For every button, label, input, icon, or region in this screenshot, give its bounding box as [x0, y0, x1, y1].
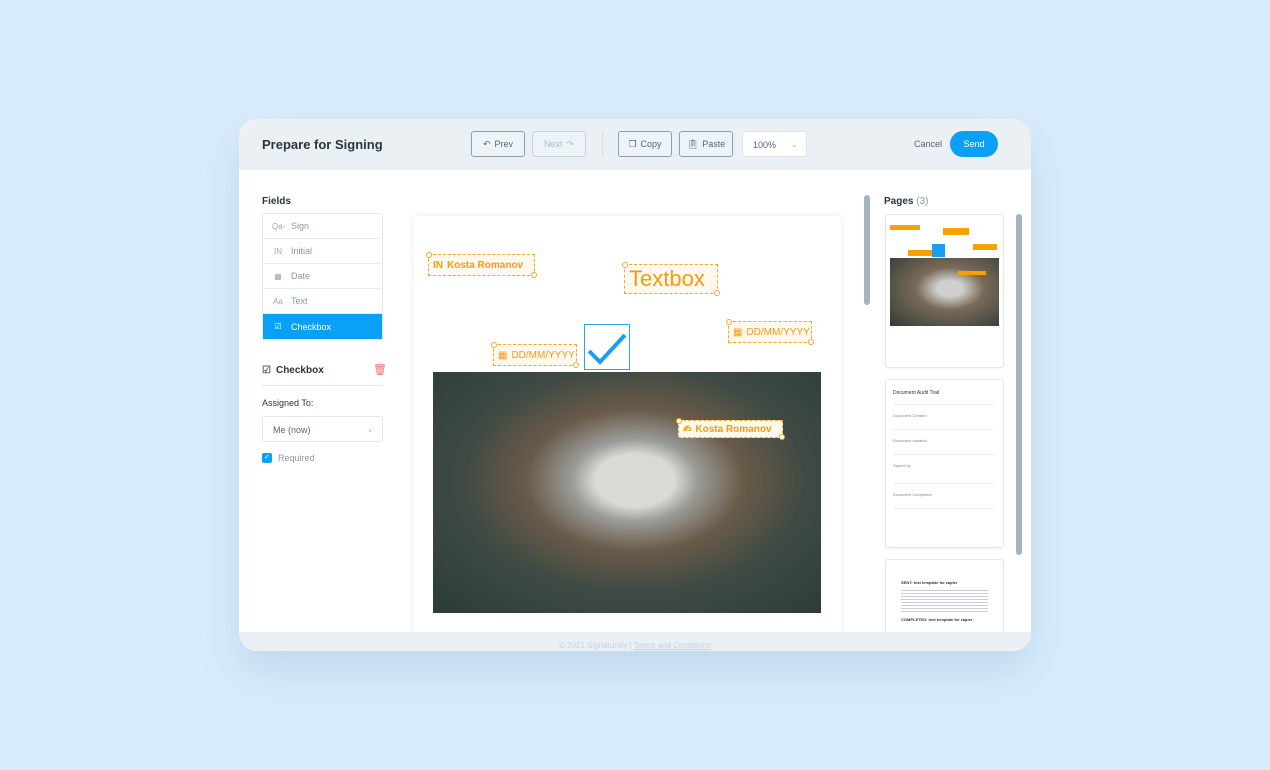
sign-field[interactable]: ✍︎ Kosta Romanov: [676, 418, 785, 440]
textbox-text: Textbox: [629, 266, 705, 291]
chevron-down-icon: ⌄: [366, 424, 374, 434]
sign-field-text: Kosta Romanov: [695, 423, 772, 435]
thumbnail-photo: [890, 258, 999, 326]
prev-label: Prev: [494, 139, 514, 149]
document-scrollbar[interactable]: [864, 195, 870, 305]
checkbox-icon: ☑: [274, 322, 282, 331]
koala-photo: [433, 372, 821, 613]
pages-title-text: Pages: [884, 196, 914, 207]
initial-field[interactable]: IN Kosta Romanov: [426, 252, 537, 278]
initial-icon: IN: [274, 246, 282, 256]
trash-icon[interactable]: 🗑︎: [373, 363, 387, 376]
document-page: IN Kosta Romanov Textbox ▦ DD/MM/YYYY ▦ DD/…: [414, 216, 841, 636]
fields-list: Qa- Sign IN Initial ▦ Date Aa Text ☑ Checkbox: [262, 213, 383, 340]
required-label: Required: [278, 453, 315, 463]
page3-heading: SENT: test template for zapier: [901, 580, 958, 585]
initial-field-text: Kosta Romanov: [447, 259, 524, 271]
copy-icon: ❐: [628, 138, 637, 149]
date-field-1[interactable]: ▦ DD/MM/YYYY: [491, 342, 579, 368]
thumbnail-field: [890, 225, 920, 230]
thumbnail-field: [943, 228, 969, 235]
required-checkbox[interactable]: ✓ Required: [262, 453, 315, 463]
next-button[interactable]: Next ↷: [532, 131, 586, 157]
page3-text: [901, 588, 988, 614]
calendar-icon: ▦: [498, 349, 508, 361]
cancel-button[interactable]: Cancel: [914, 139, 942, 149]
divider: [262, 385, 383, 386]
copyright: © 2021 Signaturely |: [559, 641, 632, 650]
audit-entry: Document Created: [893, 404, 996, 429]
field-label: Checkbox: [291, 321, 332, 332]
redo-icon: ↷: [566, 138, 575, 149]
assigned-value: Me (now): [273, 425, 311, 435]
copy-label: Copy: [640, 139, 662, 149]
zoom-select[interactable]: 100% ⌄: [742, 131, 807, 157]
date-text: DD/MM/YYYY: [511, 349, 575, 361]
check-icon: ✓: [262, 453, 272, 463]
checkbox-icon: ☑: [262, 365, 271, 376]
date-text: DD/MM/YYYY: [746, 326, 810, 338]
header: Prepare for Signing ↶ Prev Next ↷ ❐ Copy 📋︎…: [239, 119, 1031, 170]
sign-icon: ✍︎: [683, 423, 692, 435]
thumbnail-field: [973, 244, 997, 250]
next-label: Next: [543, 139, 563, 149]
date-field-2[interactable]: ▦ DD/MM/YYYY: [726, 319, 814, 345]
field-item-checkbox[interactable]: ☑ Checkbox: [263, 314, 382, 339]
undo-icon: ↶: [482, 138, 491, 149]
audit-entry: Document updated: [893, 429, 996, 454]
pages-title: Pages (3): [884, 196, 928, 207]
field-item-date[interactable]: ▦ Date: [263, 264, 382, 289]
thumbnail-field: [958, 271, 986, 275]
field-item-sign[interactable]: Qa- Sign: [263, 214, 382, 239]
check-icon: [587, 333, 627, 365]
page3-heading: COMPLETED: test template for zapier: [901, 617, 973, 622]
sign-icon: Qa-: [272, 221, 286, 231]
page-thumbnail-2[interactable]: Document Audit Trail Document Created Do…: [885, 379, 1004, 548]
send-button[interactable]: Send: [950, 131, 998, 157]
properties-title-text: Checkbox: [275, 365, 324, 376]
divider: [602, 131, 603, 157]
paste-icon: 📋︎: [686, 138, 699, 149]
textbox-field[interactable]: Textbox: [622, 262, 720, 296]
field-label: Date: [291, 271, 311, 281]
field-label: Initial: [291, 246, 313, 256]
prev-button[interactable]: ↶ Prev: [471, 131, 525, 157]
app-window: Prepare for Signing ↶ Prev Next ↷ ❐ Copy 📋︎…: [239, 119, 1031, 651]
initial-icon: IN: [433, 259, 443, 271]
calendar-icon: ▦: [733, 326, 743, 338]
paste-button[interactable]: 📋︎ Paste: [679, 131, 733, 157]
thumbnail-field: [908, 250, 932, 256]
page-title: Prepare for Signing: [262, 137, 383, 152]
thumbnail-checkbox: [932, 244, 945, 257]
pages-count: (3): [916, 196, 929, 207]
terms-link[interactable]: Terms and Conditions: [634, 641, 711, 650]
page-thumbnail-1[interactable]: [885, 214, 1004, 368]
checkbox-field[interactable]: [584, 324, 630, 370]
calendar-icon: ▦: [274, 271, 282, 281]
field-item-text[interactable]: Aa Text: [263, 289, 382, 314]
paste-label: Paste: [702, 139, 726, 149]
footer: © 2021 Signaturely | Terms and Condition…: [239, 632, 1031, 651]
fields-title: Fields: [262, 196, 291, 207]
chevron-down-icon: ⌄: [790, 139, 798, 149]
audit-entry: Signed by: [893, 454, 996, 483]
assigned-label: Assigned To:: [262, 398, 314, 408]
zoom-value: 100%: [753, 140, 777, 150]
pages-scrollbar[interactable]: [1016, 214, 1022, 555]
text-icon: Aa: [273, 296, 283, 306]
field-label: Text: [291, 296, 308, 306]
audit-title: Document Audit Trail: [893, 390, 940, 396]
field-item-initial[interactable]: IN Initial: [263, 239, 382, 264]
field-label: Sign: [291, 221, 310, 231]
audit-entry: Document Completed: [893, 483, 996, 509]
copy-button[interactable]: ❐ Copy: [618, 131, 672, 157]
assigned-select[interactable]: Me (now) ⌄: [262, 416, 383, 442]
page-thumbnail-3[interactable]: SENT: test template for zapier COMPLETED…: [885, 559, 1004, 639]
properties-title: ☑ Checkbox: [262, 365, 324, 376]
